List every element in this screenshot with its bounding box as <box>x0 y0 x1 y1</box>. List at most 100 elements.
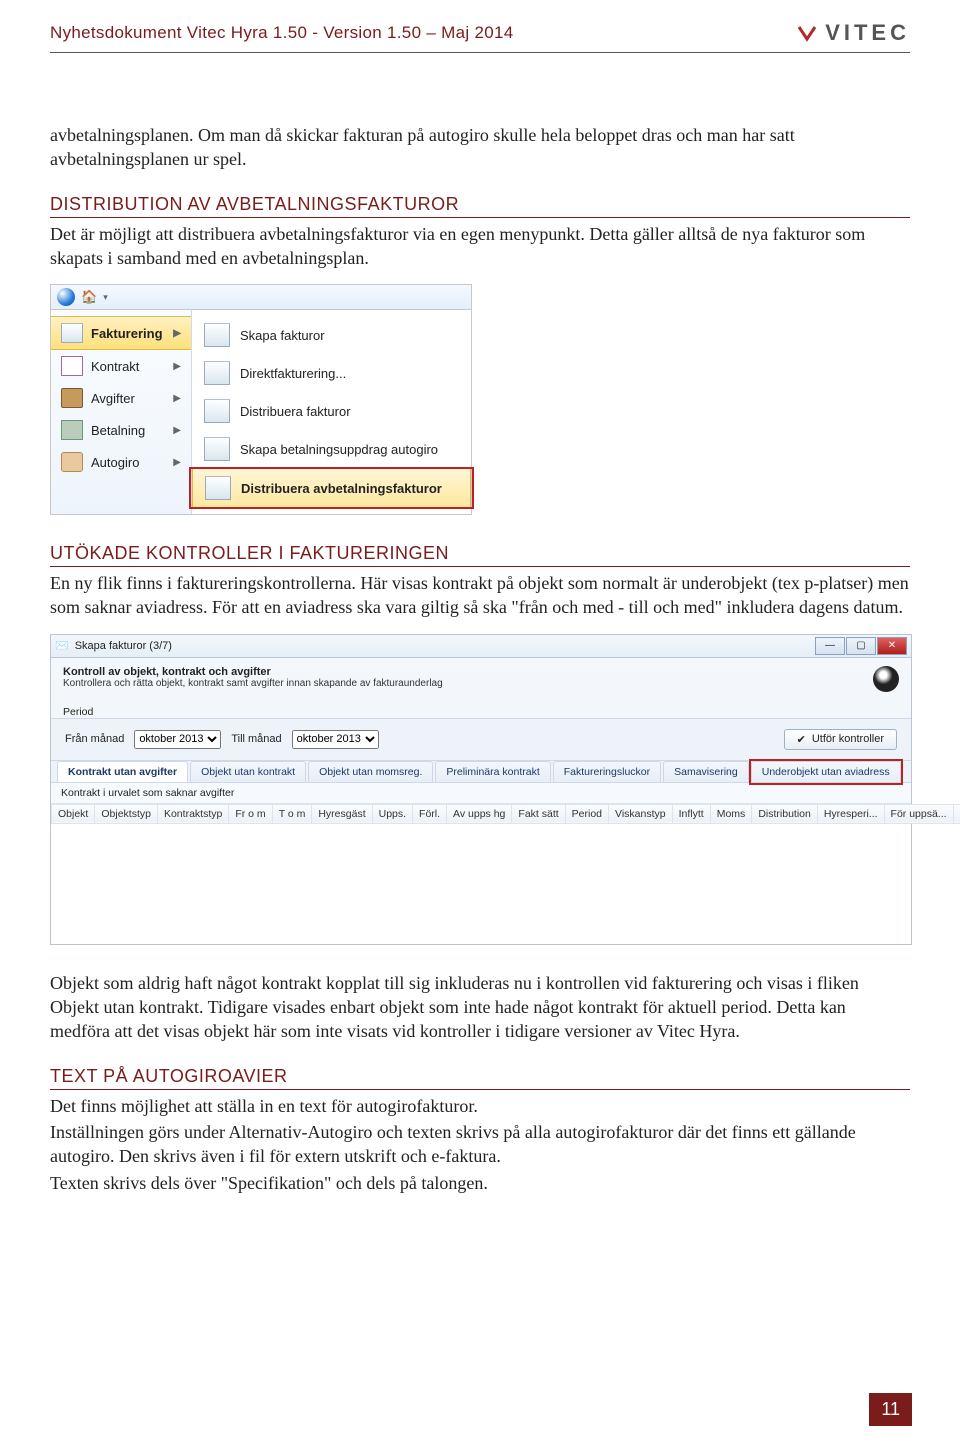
chevron-right-icon: ▶ <box>173 328 181 339</box>
menu-left-kontrakt[interactable]: Kontrakt ▶ <box>51 350 191 382</box>
envelope-icon <box>61 323 83 343</box>
table-column-header[interactable]: Moms <box>710 804 752 823</box>
chevron-right-icon: ▶ <box>173 457 181 468</box>
period-group-label: Period <box>51 704 911 718</box>
tab-preliminara-kontrakt[interactable]: Preliminära kontrakt <box>435 761 550 782</box>
brand-logo: VITEC <box>797 20 910 46</box>
table-column-header[interactable]: Hyresgäst <box>312 804 372 823</box>
maximize-button[interactable]: ▢ <box>846 637 876 655</box>
menu-direktfakturering[interactable]: Direktfakturering... <box>192 354 471 392</box>
table-column-header[interactable]: Av upps hg <box>447 804 512 823</box>
minimize-button[interactable]: — <box>815 637 845 655</box>
table-column-header[interactable]: Objekt <box>52 804 95 823</box>
table-column-header[interactable]: Inflytt <box>672 804 710 823</box>
tab-underobjekt-utan-aviadress[interactable]: Underobjekt utan aviadress <box>751 761 901 782</box>
menu-left-label: Fakturering <box>91 326 163 341</box>
wizard-table-body <box>51 824 911 944</box>
section-distribution-text: Det är möjligt att distribuera avbetalni… <box>50 222 910 271</box>
menu-left-autogiro[interactable]: Autogiro ▶ <box>51 446 191 478</box>
wizard-subdesc: Kontrollera och rätta objekt, kontrakt s… <box>63 678 443 689</box>
section-autogiro-title: TEXT PÅ AUTOGIROAVIER <box>50 1066 910 1090</box>
brand-mark-icon <box>797 23 817 43</box>
wizard-screenshot: ✉️ Skapa fakturor (3/7) — ▢ ✕ Kontroll a… <box>50 634 912 945</box>
menu-screenshot: 🏠 ▾ Fakturering ▶ Kontrakt ▶ Avgifter <box>50 284 472 515</box>
check-icon: ✔ <box>797 733 806 746</box>
app-orb-icon <box>57 288 75 306</box>
tab-objekt-utan-kontrakt[interactable]: Objekt utan kontrakt <box>190 761 306 782</box>
envelope-icon <box>205 476 231 500</box>
tab-faktureringsluckor[interactable]: Faktureringsluckor <box>553 761 661 782</box>
menu-right-label: Direktfakturering... <box>240 366 346 381</box>
after-wizard-paragraph: Objekt som aldrig haft något kontrakt ko… <box>50 971 910 1044</box>
section-autogiro-l3: Texten skrivs dels över "Specifikation" … <box>50 1171 910 1195</box>
table-column-header[interactable]: Viskanstyp <box>609 804 673 823</box>
table-column-header[interactable]: Kontraktstyp <box>157 804 228 823</box>
menu-left-label: Autogiro <box>91 455 139 470</box>
tab-objekt-utan-momsreg[interactable]: Objekt utan momsreg. <box>308 761 433 782</box>
section-autogiro-l1: Det finns möjlighet att ställa in en tex… <box>50 1094 910 1118</box>
table-column-header[interactable]: Fakt sätt <box>512 804 565 823</box>
table-column-header[interactable]: Förl. <box>413 804 447 823</box>
menu-right-label: Distribuera avbetalningsfakturor <box>241 481 442 496</box>
penguin-icon <box>873 666 899 692</box>
table-column-header[interactable]: Namnskylt <box>953 804 960 823</box>
section-distribution-title: DISTRIBUTION AV AVBETALNINGSFAKTUROR <box>50 194 910 218</box>
window-title: Skapa fakturor (3/7) <box>75 640 172 652</box>
chevron-right-icon: ▶ <box>173 361 181 372</box>
menu-distribuera-avbetalningsfakturor[interactable]: Distribuera avbetalningsfakturor <box>192 468 471 508</box>
envelope-icon <box>204 361 230 385</box>
table-column-header[interactable]: Upps. <box>372 804 412 823</box>
doc-header-title: Nyhetsdokument Vitec Hyra 1.50 - Version… <box>50 23 513 43</box>
section-kontroller-title: UTÖKADE KONTROLLER I FAKTURERINGEN <box>50 543 910 567</box>
menu-left-betalning[interactable]: Betalning ▶ <box>51 414 191 446</box>
wizard-tabs: Kontrakt utan avgifter Objekt utan kontr… <box>51 761 911 783</box>
table-column-header[interactable]: Period <box>565 804 608 823</box>
to-month-select[interactable]: oktober 2013 <box>292 730 379 749</box>
table-column-header[interactable]: Hyresperi... <box>817 804 884 823</box>
table-column-header[interactable]: Objektstyp <box>95 804 158 823</box>
qat-icon: 🏠 <box>81 289 97 305</box>
menu-right-label: Skapa fakturor <box>240 328 325 343</box>
close-button[interactable]: ✕ <box>877 637 907 655</box>
envelope-icon <box>204 323 230 347</box>
envelope-icon <box>204 437 230 461</box>
table-column-header[interactable]: Distribution <box>752 804 818 823</box>
section-autogiro-l2: Inställningen görs under Alternativ-Auto… <box>50 1120 910 1169</box>
menu-skapa-fakturor[interactable]: Skapa fakturor <box>192 316 471 354</box>
menu-right-label: Distribuera fakturor <box>240 404 351 419</box>
menu-left-fakturering[interactable]: Fakturering ▶ <box>51 316 191 350</box>
envelope-icon <box>204 399 230 423</box>
menu-left-avgifter[interactable]: Avgifter ▶ <box>51 382 191 414</box>
table-column-header[interactable]: T o m <box>272 804 312 823</box>
page-number: 11 <box>869 1393 912 1426</box>
menu-left-pane: Fakturering ▶ Kontrakt ▶ Avgifter ▶ Beta… <box>51 310 192 514</box>
tab-samavisering[interactable]: Samavisering <box>663 761 749 782</box>
from-month-label: Från månad <box>65 733 124 745</box>
menu-left-label: Betalning <box>91 423 145 438</box>
qat-dropdown-icon: ▾ <box>103 292 108 303</box>
table-column-header[interactable]: För uppsä... <box>884 804 953 823</box>
menu-distribuera-fakturor[interactable]: Distribuera fakturor <box>192 392 471 430</box>
table-column-header[interactable]: Fr o m <box>229 804 272 823</box>
chevron-right-icon: ▶ <box>173 393 181 404</box>
envelope-icon: ✉️ <box>55 639 69 652</box>
coins-icon <box>61 420 83 440</box>
tab-kontrakt-utan-avgifter[interactable]: Kontrakt utan avgifter <box>57 761 188 782</box>
brand-text: VITEC <box>825 20 910 46</box>
handshake-icon <box>61 452 83 472</box>
from-month-select[interactable]: oktober 2013 <box>134 730 221 749</box>
chevron-right-icon: ▶ <box>173 425 181 436</box>
moneybag-icon <box>61 388 83 408</box>
document-icon <box>61 356 83 376</box>
to-month-label: Till månad <box>231 733 281 745</box>
wizard-subtitle: Kontroll av objekt, kontrakt och avgifte… <box>63 666 443 678</box>
intro-paragraph: avbetalningsplanen. Om man då skickar fa… <box>50 123 910 172</box>
menu-right-label: Skapa betalningsuppdrag autogiro <box>240 442 438 457</box>
run-controls-button[interactable]: ✔ Utför kontroller <box>784 729 897 750</box>
menu-skapa-betalningsuppdrag[interactable]: Skapa betalningsuppdrag autogiro <box>192 430 471 468</box>
menu-left-label: Kontrakt <box>91 359 139 374</box>
section-kontroller-text: En ny flik finns i faktureringskontrolle… <box>50 571 910 620</box>
menu-left-label: Avgifter <box>91 391 135 406</box>
run-controls-label: Utför kontroller <box>812 733 884 745</box>
menu-right-pane: Skapa fakturor Direktfakturering... Dist… <box>192 310 471 514</box>
